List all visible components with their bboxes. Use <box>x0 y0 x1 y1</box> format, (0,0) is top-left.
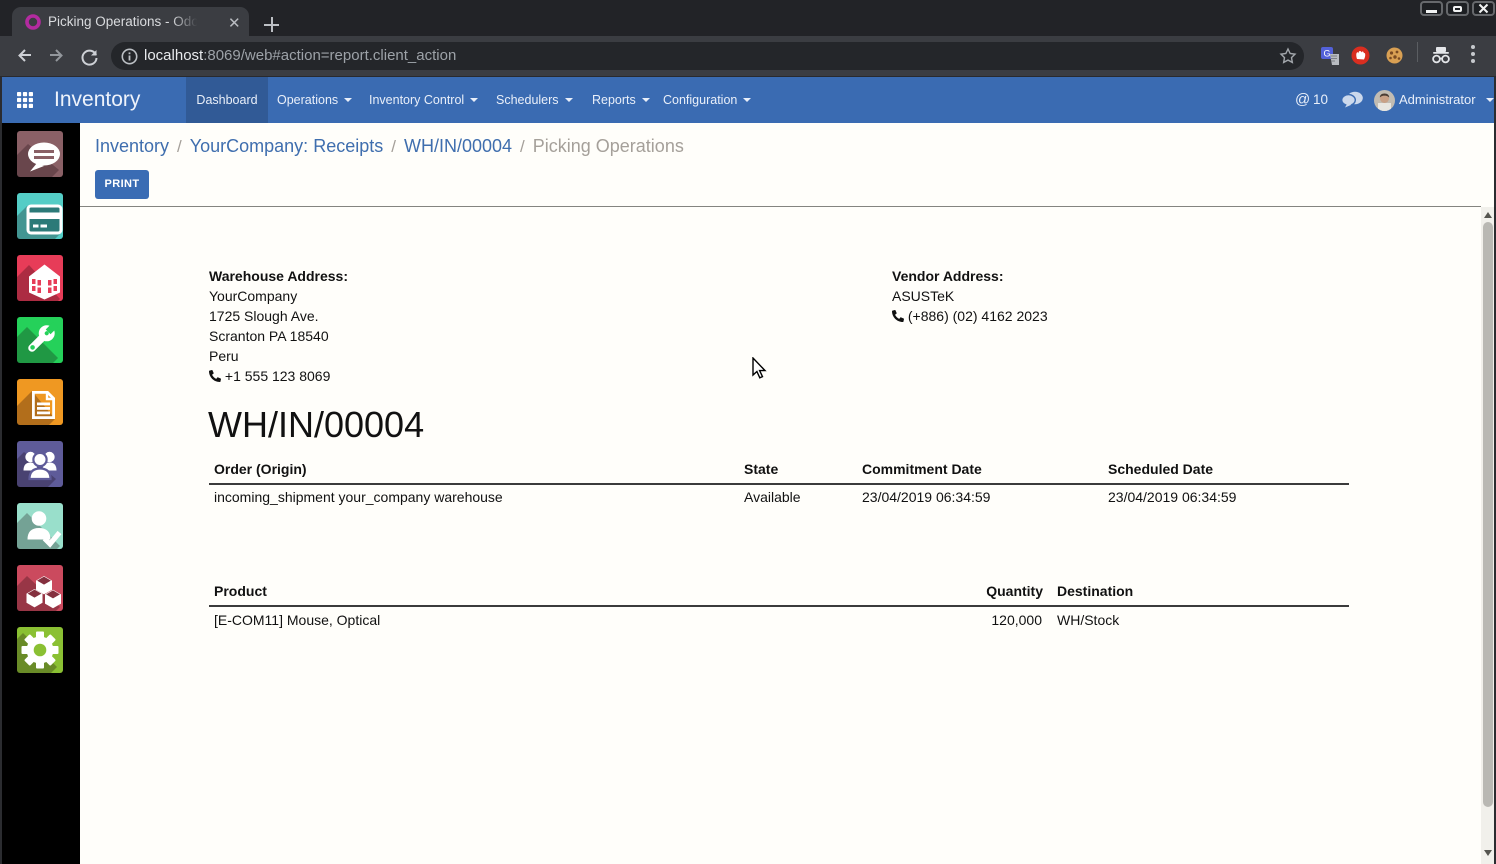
svg-text:G: G <box>1323 49 1330 59</box>
